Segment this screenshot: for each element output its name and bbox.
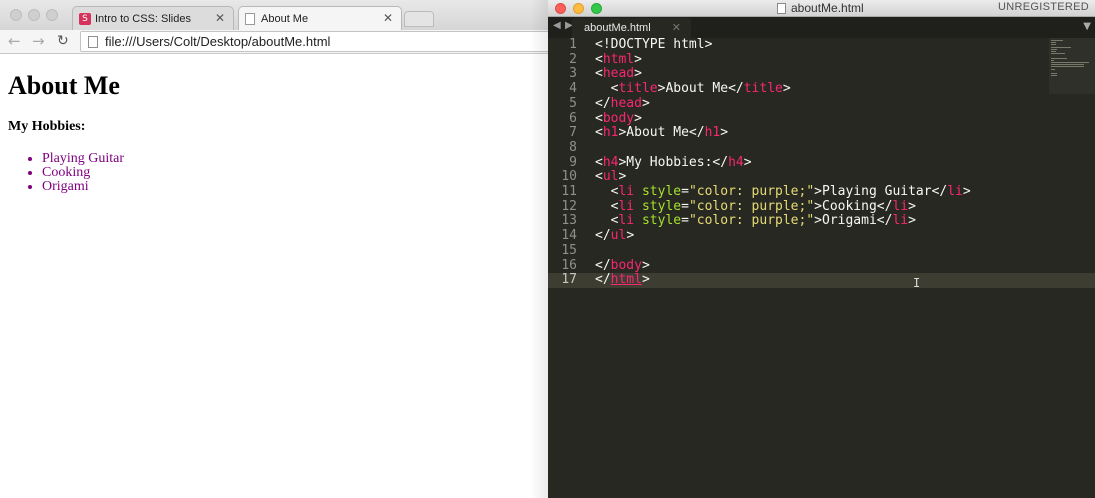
minimap-line	[1051, 44, 1056, 46]
tab-close-icon[interactable]: ✕	[672, 21, 681, 34]
list-item: Cooking	[42, 166, 540, 180]
traffic-light-zoom[interactable]	[591, 3, 602, 14]
code-line[interactable]: <head>	[595, 67, 642, 82]
editor-tab-aboutme[interactable]: aboutMe.html ✕	[572, 18, 691, 38]
minimap-line	[1051, 48, 1057, 50]
minimap-line	[1051, 59, 1055, 61]
minimap-line	[1051, 51, 1056, 52]
line-number: 2	[569, 51, 577, 67]
hobbies-list: Playing Guitar Cooking Origami	[8, 152, 540, 194]
minimap-line	[1051, 46, 1071, 48]
code-line[interactable]: <title>About Me</title>	[595, 81, 791, 97]
browser-window: S Intro to CSS: Slides ✕ About Me ✕ ← → …	[0, 0, 548, 498]
reload-icon[interactable]: ↻	[57, 33, 69, 49]
tab-close-icon[interactable]: ✕	[383, 11, 393, 25]
editor-tab-label: aboutMe.html	[584, 22, 651, 34]
page-favicon-icon	[245, 13, 255, 25]
browser-zoom-dot[interactable]	[46, 9, 58, 21]
minimap[interactable]	[1049, 38, 1095, 94]
tab-about-me[interactable]: About Me ✕	[238, 6, 402, 31]
traffic-light-close[interactable]	[555, 3, 566, 14]
browser-minimize-dot[interactable]	[28, 9, 40, 21]
line-number: 12	[561, 198, 577, 214]
line-number: 9	[569, 154, 577, 170]
line-number: 13	[561, 213, 577, 229]
minimap-line	[1051, 68, 1055, 70]
hobbies-heading: My Hobbies:	[8, 119, 86, 134]
address-url: file:///Users/Colt/Desktop/aboutMe.html	[105, 34, 331, 49]
browser-toolbar: ← → ↻ file:///Users/Colt/Desktop/aboutMe…	[0, 30, 548, 54]
code-line[interactable]: <ul>	[595, 169, 626, 185]
code-line[interactable]: </head>	[595, 96, 650, 112]
window-title-text: aboutMe.html	[791, 1, 864, 15]
text-cursor-icon: I	[913, 276, 921, 290]
line-number: 7	[569, 125, 577, 141]
minimap-line	[1051, 57, 1067, 59]
line-number: 5	[569, 95, 577, 111]
code-line[interactable]: <li style="color: purple;">Cooking</li>	[595, 199, 916, 215]
line-number: 11	[561, 184, 577, 199]
line-number: 17	[561, 272, 577, 288]
slides-favicon-icon: S	[79, 12, 91, 25]
line-number: 8	[569, 139, 577, 155]
tab-intro-to-css[interactable]: S Intro to CSS: Slides ✕	[72, 6, 234, 30]
minimap-line	[1051, 73, 1057, 74]
minimap-line	[1051, 64, 1084, 66]
code-line[interactable]: <!DOCTYPE html>	[595, 37, 712, 53]
minimap-line	[1051, 42, 1056, 44]
line-number: 14	[561, 228, 577, 244]
code-line[interactable]: <li style="color: purple;">Playing Guita…	[595, 184, 971, 200]
line-number: 4	[569, 81, 577, 97]
minimap-line	[1051, 75, 1057, 77]
document-icon	[777, 2, 786, 14]
line-number: 15	[561, 242, 577, 258]
tab-scroll-left-icon[interactable]: ◀	[553, 20, 561, 31]
minimap-line	[1051, 66, 1084, 68]
line-number: 10	[561, 169, 577, 185]
list-item: Playing Guitar	[42, 152, 540, 166]
minimap-line	[1051, 62, 1090, 63]
line-number: 6	[569, 110, 577, 126]
address-bar[interactable]: file:///Users/Colt/Desktop/aboutMe.html	[80, 31, 548, 52]
line-number: 1	[569, 37, 577, 52]
page-icon	[88, 35, 98, 48]
line-number: 3	[569, 66, 577, 82]
page-heading: About Me	[8, 71, 120, 100]
code-line[interactable]: <h1>About Me</h1>	[595, 125, 728, 141]
code-line[interactable]: <h4>My Hobbies:</h4>	[595, 155, 752, 171]
line-number: 16	[561, 257, 577, 273]
editor-tab-bar: ◀ ▶ aboutMe.html ✕ ▼	[548, 17, 1095, 38]
browser-tab-strip: S Intro to CSS: Slides ✕ About Me ✕	[0, 0, 548, 31]
rendered-page: About Me My Hobbies: Playing Guitar Cook…	[0, 55, 548, 498]
minimap-line	[1051, 40, 1063, 41]
editor-window: aboutMe.html UNREGISTERED ◀ ▶ aboutMe.ht…	[548, 0, 1095, 498]
line-number-gutter: 1 2 3 4 5 6 7 8 9 10 11 12 13 14 15 16 17	[548, 37, 588, 498]
code-line[interactable]: <body>	[595, 111, 642, 127]
window-title: aboutMe.html	[777, 1, 864, 15]
license-status: UNREGISTERED	[998, 1, 1089, 13]
code-line[interactable]: <html>	[595, 52, 642, 68]
tab-label: Intro to CSS: Slides	[95, 12, 191, 25]
code-line[interactable]: </ul>	[595, 228, 634, 244]
code-line[interactable]: <li style="color: purple;">Origami</li>	[595, 214, 916, 229]
window-edge-shadow	[530, 0, 548, 498]
code-line[interactable]: </html>	[595, 272, 650, 288]
list-item: Origami	[42, 180, 540, 194]
forward-arrow-icon[interactable]: →	[32, 32, 45, 50]
tab-close-icon[interactable]: ✕	[215, 11, 225, 25]
browser-close-dot[interactable]	[10, 9, 22, 21]
new-tab-button[interactable]	[404, 11, 434, 27]
back-arrow-icon[interactable]: ←	[8, 32, 21, 50]
tab-menu-chevron-icon[interactable]: ▼	[1083, 21, 1091, 32]
traffic-light-minimize[interactable]	[573, 3, 584, 14]
minimap-line	[1051, 53, 1065, 55]
code-line[interactable]: </body>	[595, 258, 650, 274]
tab-label: About Me	[261, 13, 309, 25]
editor-title-bar: aboutMe.html UNREGISTERED	[548, 0, 1095, 17]
